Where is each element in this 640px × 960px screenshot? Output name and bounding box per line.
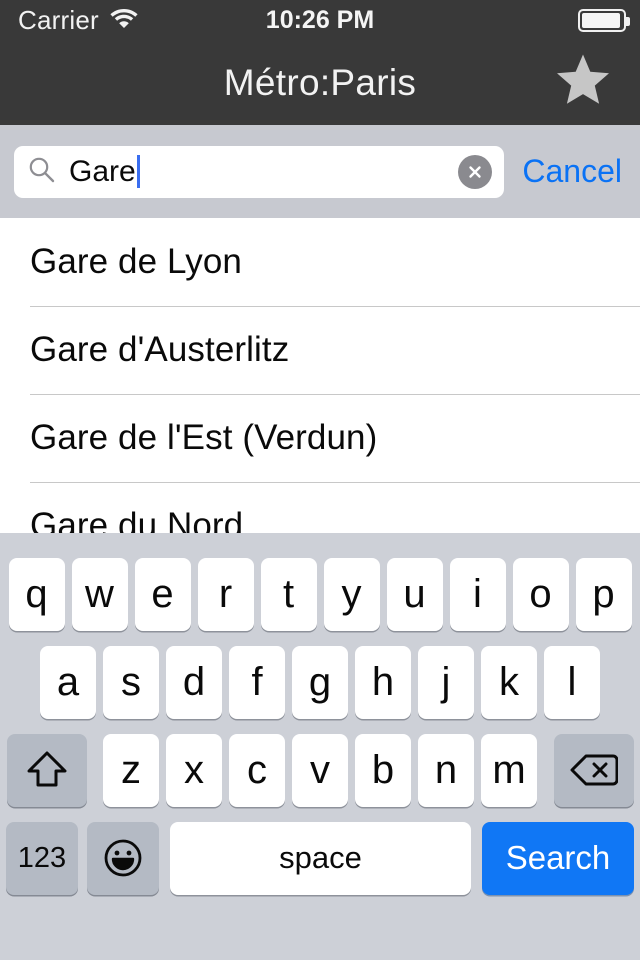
key-x[interactable]: x [166,733,222,807]
key-d[interactable]: d [166,645,222,719]
text-caret [136,155,140,188]
key-w[interactable]: w [71,557,128,631]
status-bar-right [578,8,630,32]
shift-icon[interactable] [6,733,87,807]
key-c[interactable]: c [229,733,285,807]
search-results-list[interactable]: Gare de Lyon Gare d'Austerlitz Gare de l… [0,218,640,533]
navigation-bar: Métro:Paris [0,40,640,125]
list-item-label: Gare du Nord [30,506,244,533]
page-title: Métro:Paris [223,61,417,103]
numbers-key[interactable]: 123 [6,821,78,895]
list-item[interactable]: Gare d'Austerlitz [0,306,640,394]
battery-icon [578,8,630,32]
list-item-label: Gare d'Austerlitz [30,330,290,369]
search-input-value: Gare [69,154,136,188]
key-m[interactable]: m [481,733,537,807]
star-icon[interactable] [554,52,612,113]
keyboard-row-2: a s d f g h j k l [0,638,640,726]
key-f[interactable]: f [229,645,285,719]
key-t[interactable]: t [260,557,317,631]
key-e[interactable]: e [134,557,191,631]
key-v[interactable]: v [292,733,348,807]
search-icon [28,156,55,188]
key-q[interactable]: q [8,557,65,631]
clock-label: 10:26 PM [265,5,375,34]
key-g[interactable]: g [292,645,348,719]
key-h[interactable]: h [355,645,411,719]
key-i[interactable]: i [449,557,506,631]
list-item[interactable]: Gare de l'Est (Verdun) [0,394,640,482]
key-y[interactable]: y [323,557,380,631]
key-z[interactable]: z [103,733,159,807]
key-b[interactable]: b [355,733,411,807]
search-input[interactable]: Gare [14,145,505,198]
key-u[interactable]: u [386,557,443,631]
list-item[interactable]: Gare du Nord [0,482,640,533]
clear-search-button[interactable] [458,154,493,189]
search-key[interactable]: Search [482,821,634,895]
app-screen: Carrier 10:26 PM Métro:Paris Gare Cancel… [0,0,640,960]
keyboard-row-1: q w e r t y u i o p [0,550,640,638]
list-item[interactable]: Gare de Lyon [0,218,640,306]
key-a[interactable]: a [40,645,96,719]
keyboard-row-4: 123 space Search [0,814,640,902]
emoji-icon[interactable] [87,821,159,895]
onscreen-keyboard: q w e r t y u i o p a s d f g h j k l z … [0,533,640,960]
key-j[interactable]: j [418,645,474,719]
key-o[interactable]: o [512,557,569,631]
space-key[interactable]: space [170,821,471,895]
list-item-label: Gare de l'Est (Verdun) [30,418,378,457]
status-bar: Carrier 10:26 PM [0,0,640,40]
backspace-icon[interactable] [553,733,634,807]
key-r[interactable]: r [197,557,254,631]
key-n[interactable]: n [418,733,474,807]
keyboard-row-3: z x c v b n m [0,726,640,814]
key-p[interactable]: p [575,557,632,631]
key-l[interactable]: l [544,645,600,719]
cancel-button[interactable]: Cancel [522,153,622,190]
list-item-label: Gare de Lyon [30,242,242,281]
search-bar: Gare Cancel [0,125,640,218]
key-k[interactable]: k [481,645,537,719]
key-s[interactable]: s [103,645,159,719]
